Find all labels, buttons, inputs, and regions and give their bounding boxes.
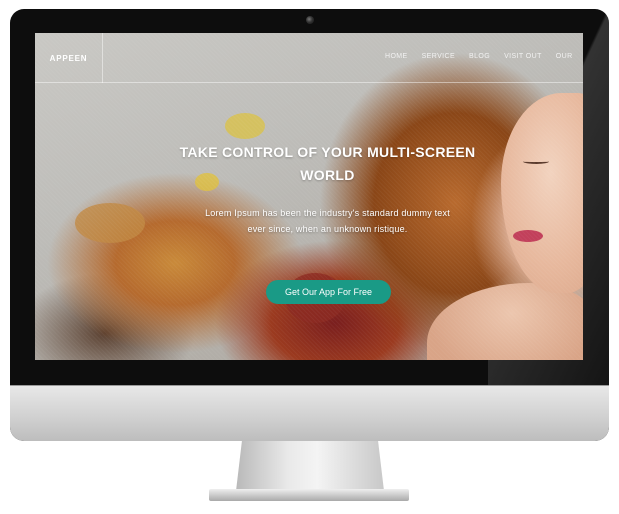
face-image xyxy=(501,93,583,293)
main-nav: HOME SERVICE BLOG VISIT OUT OUR xyxy=(385,53,583,60)
hero-title: TAKE CONTROL OF YOUR MULTI-SCREEN WORLD xyxy=(179,144,476,183)
nav-item-service[interactable]: SERVICE xyxy=(422,53,455,60)
paint-splash xyxy=(225,113,265,139)
nav-item-our[interactable]: OUR xyxy=(556,53,573,60)
eye-image xyxy=(523,159,549,164)
get-app-button[interactable]: Get Our App For Free xyxy=(266,280,391,304)
logo-box[interactable]: APPEEN xyxy=(35,33,103,83)
nav-item-home[interactable]: HOME xyxy=(385,53,408,60)
monitor-stand-base xyxy=(209,489,409,501)
hero-description: Lorem Ipsum has been the industry's stan… xyxy=(205,208,450,234)
website-screen: APPEEN HOME SERVICE BLOG VISIT OUT OUR T… xyxy=(35,33,583,360)
nav-item-visit-out[interactable]: VISIT OUT xyxy=(504,53,542,60)
camera-icon xyxy=(306,16,314,24)
site-header: APPEEN HOME SERVICE BLOG VISIT OUT OUR xyxy=(35,33,583,83)
nav-item-blog[interactable]: BLOG xyxy=(469,53,490,60)
paint-splash xyxy=(75,203,145,243)
site-logo[interactable]: APPEEN xyxy=(50,54,88,63)
monitor-chin xyxy=(10,385,609,441)
shoulder-image xyxy=(427,283,583,360)
lips-image xyxy=(513,230,543,242)
monitor-stand xyxy=(236,441,384,491)
